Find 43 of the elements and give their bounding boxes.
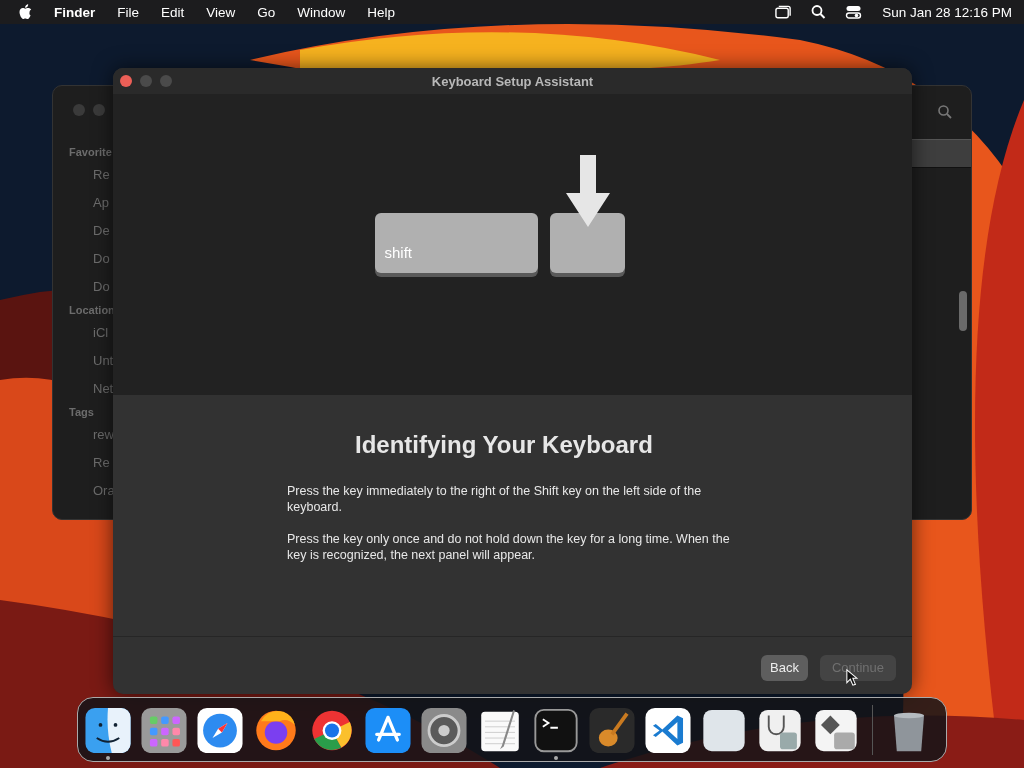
windows-icon[interactable] [775,4,793,20]
blank-app-icon[interactable] [701,707,747,753]
sidebar-heading: Favorite [69,146,112,160]
sidebar-heading: Location [69,304,115,318]
sidebar-item[interactable]: Ap [69,192,109,220]
instruction-text: Press the key only once and do not hold down the key for a long time. When the key is recognized, the next panel will appear. [287,531,731,563]
down-arrow-icon [564,155,611,227]
guitar-icon[interactable] [589,707,635,753]
sidebar-heading: Tags [69,406,94,420]
search-icon[interactable] [810,4,828,20]
menu-item[interactable]: View [206,4,236,20]
menu-item[interactable]: File [117,4,140,20]
menu-item[interactable]: Help [367,4,396,20]
scrollbar-thumb[interactable] [959,291,967,331]
sidebar-item[interactable]: Do [69,248,110,276]
back-button[interactable]: Back [761,654,808,681]
menu-item[interactable]: Edit [161,4,185,20]
stethoscope-icon[interactable] [757,707,803,753]
instruction-text: Press the key immediately to the right of the Shift key on the left side of the keyboard. [287,483,703,515]
sidebar-item[interactable]: Re [69,164,110,192]
sidebar-item[interactable]: De [69,220,110,248]
face-icon[interactable] [85,707,131,753]
menu-item[interactable]: Window [297,4,346,20]
code-editor-icon[interactable] [645,707,691,753]
sidebar-item[interactable]: iCl [69,322,109,350]
app-menu[interactable]: Finder [54,4,96,20]
close-icon[interactable] [120,75,132,87]
terminal-icon[interactable] [533,707,579,753]
heading: Identifying Your Keyboard [355,431,654,459]
sidebar-item[interactable]: Do [69,276,110,304]
letter-a-icon[interactable] [365,707,411,753]
apple-logo-icon[interactable] [18,4,32,20]
sidebar-item[interactable]: Unt [69,350,114,378]
menu-item[interactable]: Go [257,4,276,20]
sidebar-item[interactable]: Re [69,452,110,480]
toggles-icon[interactable] [845,4,863,20]
sidebar-item[interactable]: Net [69,378,114,406]
compass-icon[interactable] [197,707,243,753]
view-control[interactable] [911,139,971,168]
sidebar-item[interactable]: rew [69,424,114,452]
clock[interactable]: Sun Jan 28 12:16 PM [882,4,1012,20]
window-title: Keyboard Setup Assistant [431,73,594,89]
grid-icon[interactable] [141,707,187,753]
